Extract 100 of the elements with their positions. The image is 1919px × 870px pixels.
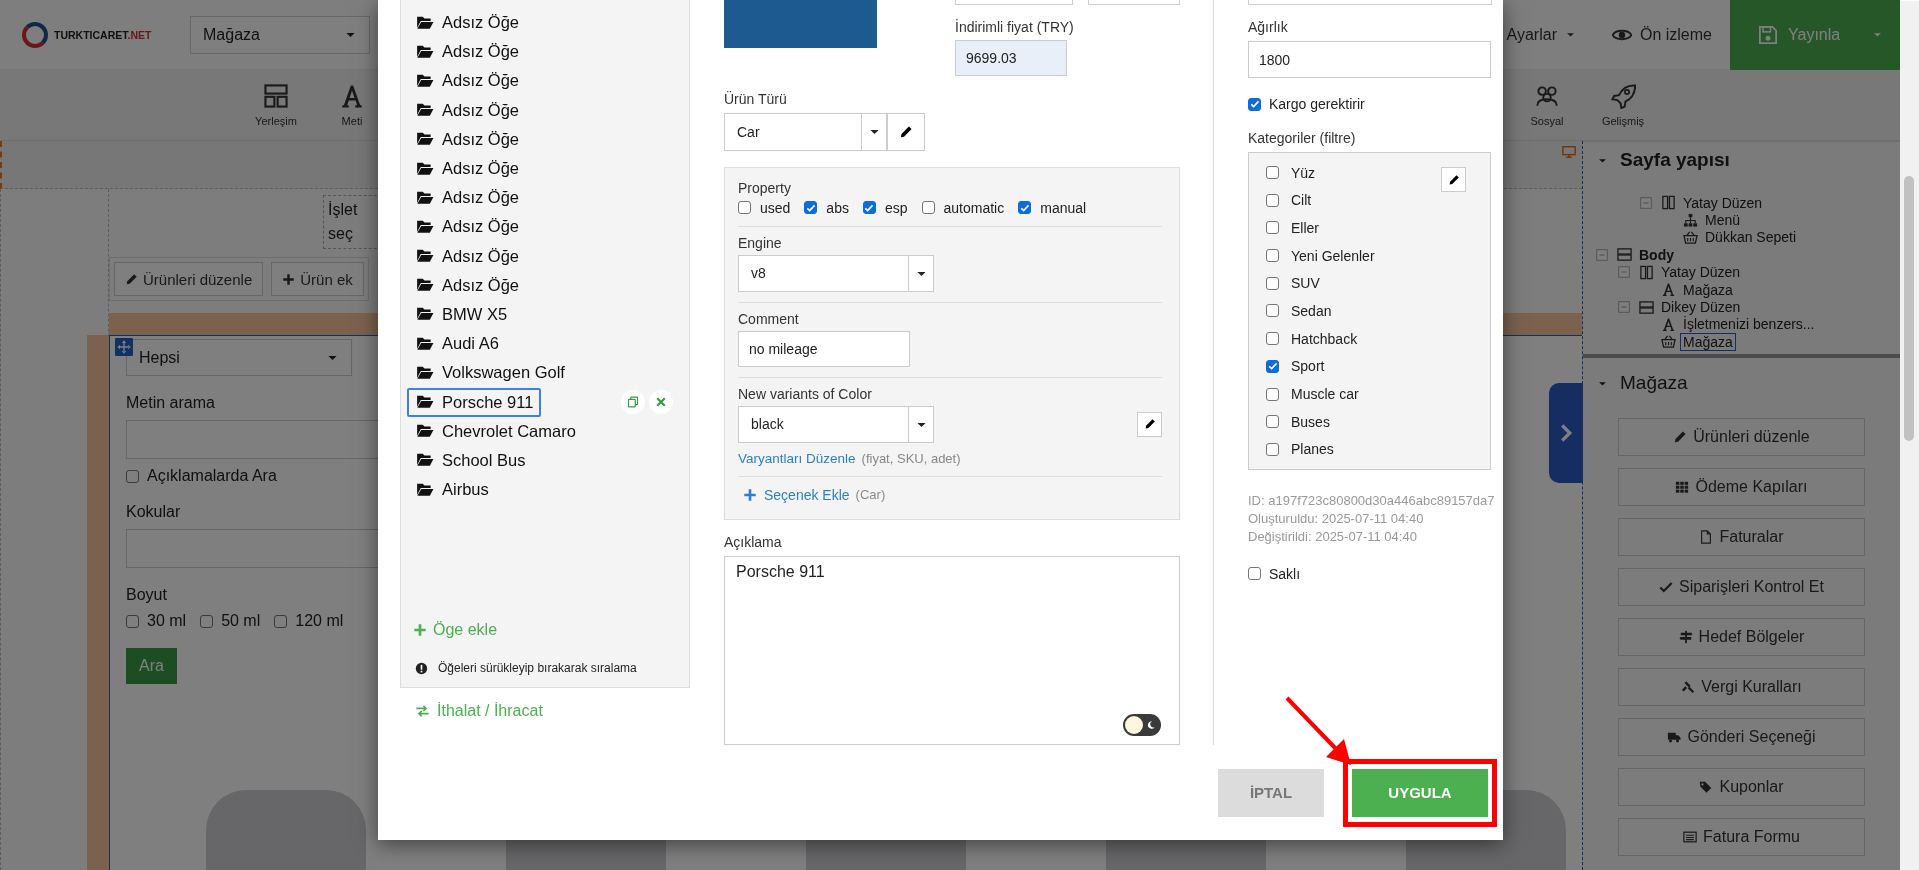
tree-item[interactable]: Body: [1636, 245, 1677, 264]
list-item[interactable]: School Bus: [407, 445, 534, 475]
list-item[interactable]: Volkswagen Golf: [407, 358, 573, 388]
pencil-icon: [125, 272, 138, 286]
checkbox[interactable]: [1266, 193, 1279, 207]
preview-button[interactable]: Ön izleme: [1593, 0, 1730, 70]
checkbox-label: Eller: [1291, 219, 1319, 236]
checkbox[interactable]: [274, 614, 288, 628]
input-field[interactable]: [1248, 0, 1492, 5]
panel-button[interactable]: Gönderi Seçeneği: [1618, 718, 1865, 756]
panel-button[interactable]: Hedef Bölgeler: [1618, 618, 1865, 656]
list-item[interactable]: Adsız Öğe: [407, 241, 528, 271]
meta-text: ID: a197f723c80800d30a446abc89157da7: [1248, 491, 1496, 510]
logo-text: TURKTICARET.NET: [54, 28, 152, 41]
list-item[interactable]: Adsız Öğe: [407, 154, 528, 184]
tree-item[interactable]: Yatay Düzen: [1658, 263, 1744, 282]
list-item[interactable]: Adsız Öğe: [407, 270, 528, 300]
toolbar-button[interactable]: Sosyal: [1521, 70, 1573, 140]
add-item-link[interactable]: Öge ekle: [401, 621, 689, 639]
checkbox[interactable]: [862, 201, 876, 215]
copy-button[interactable]: [621, 390, 645, 415]
theme-toggle[interactable]: [1123, 714, 1161, 736]
menu-button[interactable]: Ayarlar: [1488, 0, 1594, 70]
dropdown[interactable]: Car: [724, 112, 887, 151]
action-button[interactable]: Ürünleri düzenle: [114, 262, 264, 296]
list-item[interactable]: Chevrolet Camaro: [407, 416, 584, 446]
import-export-link[interactable]: İthalat / İhracat: [414, 702, 690, 720]
tree-item[interactable]: İşletmenizi benzers...: [1680, 315, 1818, 334]
panel-button[interactable]: Fatura Formu: [1618, 818, 1865, 856]
tree-item[interactable]: Mağaza: [1680, 280, 1736, 299]
checkbox[interactable]: [738, 201, 751, 215]
list-item[interactable]: Adsız Öğe: [407, 8, 528, 38]
panel-button[interactable]: Kuponlar: [1618, 768, 1865, 806]
edit-button[interactable]: [1441, 167, 1466, 192]
toolbar-button[interactable]: Yerleşim: [250, 70, 302, 140]
checkbox[interactable]: [1018, 201, 1032, 215]
tree-item[interactable]: Menü: [1702, 211, 1744, 230]
panel-button[interactable]: Vergi Kuralları: [1618, 668, 1865, 706]
columns-icon: [1661, 195, 1676, 211]
list-item[interactable]: BMW X5: [407, 299, 516, 329]
checkbox[interactable]: [921, 201, 935, 215]
checkbox[interactable]: [804, 201, 818, 215]
checkbox[interactable]: [1248, 567, 1261, 581]
scrollbar[interactable]: [1900, 1, 1919, 870]
field-label: Ağırlık: [1248, 19, 1289, 35]
input-field[interactable]: 1800: [1248, 41, 1491, 78]
add-option-link[interactable]: Seçenek Ekle: [743, 486, 850, 503]
checkbox[interactable]: [1266, 442, 1279, 456]
checkbox[interactable]: [200, 614, 214, 628]
checkbox[interactable]: [1266, 332, 1279, 346]
panel-button[interactable]: Siparişleri Kontrol Et: [1618, 568, 1865, 606]
toolbar-button[interactable]: Meti: [326, 70, 378, 140]
list-item[interactable]: Adsız Öğe: [407, 95, 528, 125]
checkbox[interactable]: [1266, 249, 1279, 263]
edit-button[interactable]: [1137, 411, 1162, 437]
dropdown[interactable]: black: [738, 405, 934, 443]
checkbox[interactable]: [1266, 304, 1279, 318]
toolbar-button[interactable]: Gelişmiş: [1597, 70, 1649, 140]
checkbox[interactable]: [1266, 387, 1279, 401]
list-item[interactable]: Adsız Öğe: [407, 66, 528, 96]
panel-button[interactable]: Ödeme Kapıları: [1618, 468, 1865, 506]
checkbox[interactable]: [1266, 359, 1279, 373]
tree-item[interactable]: Yatay Düzen: [1680, 193, 1766, 212]
list-item[interactable]: Porsche 911: [407, 387, 542, 417]
action-button[interactable]: Ürün ek: [271, 262, 364, 296]
panel-button[interactable]: Ürünleri düzenle: [1618, 418, 1865, 456]
cancel-button[interactable]: İPTAL: [1218, 768, 1324, 817]
tree-item[interactable]: Dikey Düzen: [1658, 298, 1744, 317]
delete-button[interactable]: [649, 390, 673, 415]
panel-button[interactable]: Faturalar: [1618, 518, 1865, 556]
edit-button[interactable]: [887, 112, 925, 151]
edit-variants-link[interactable]: Varyantları Düzenle: [738, 450, 856, 466]
list-item[interactable]: Audi A6: [407, 329, 507, 359]
dropdown[interactable]: Hepsi: [126, 339, 352, 376]
dropdown[interactable]: v8: [738, 254, 934, 292]
checkbox[interactable]: [126, 469, 139, 483]
checkbox[interactable]: [1266, 415, 1279, 429]
checkbox-label: Kargo gerektirir: [1269, 96, 1365, 112]
checkbox[interactable]: [1266, 221, 1279, 235]
list-item[interactable]: Adsız Öğe: [407, 37, 528, 67]
list-item[interactable]: Adsız Öğe: [407, 183, 528, 213]
search-button[interactable]: Ara: [126, 648, 177, 684]
checkbox[interactable]: [1266, 166, 1279, 179]
checkbox[interactable]: [1266, 276, 1279, 290]
list-item[interactable]: Adsız Öğe: [407, 212, 528, 242]
text-area[interactable]: Porsche 911: [724, 555, 1180, 745]
input-field[interactable]: 9699.03: [955, 40, 1067, 76]
checkbox[interactable]: [1248, 97, 1261, 111]
dropdown[interactable]: Mağaza: [190, 15, 370, 54]
collapse-tab[interactable]: [1549, 383, 1583, 483]
checkbox-label: automatic: [943, 199, 1005, 216]
input-field[interactable]: [955, 0, 1073, 5]
apply-button[interactable]: UYGULA: [1352, 768, 1488, 817]
checkbox[interactable]: [126, 614, 139, 628]
input-field[interactable]: no mileage: [738, 330, 910, 367]
list-item[interactable]: Adsız Öğe: [407, 124, 528, 154]
tree-item[interactable]: Dükkan Sepeti: [1702, 228, 1800, 247]
input-field[interactable]: [1088, 0, 1180, 5]
tree-item[interactable]: Mağaza: [1680, 332, 1736, 351]
list-item[interactable]: Airbus: [407, 475, 497, 505]
